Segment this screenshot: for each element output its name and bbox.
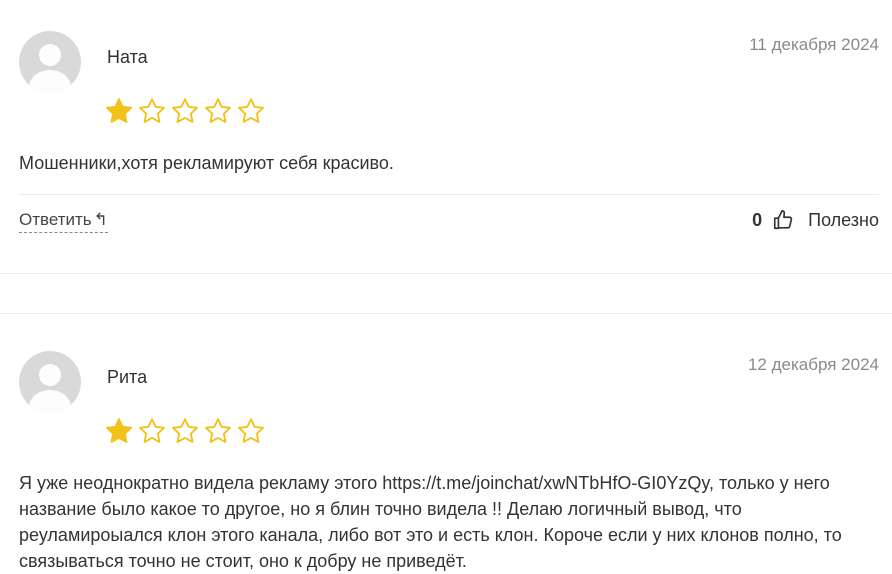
avatar bbox=[19, 31, 81, 93]
reply-arrow-icon: ↰ bbox=[93, 210, 108, 229]
review-date: 11 декабря 2024 bbox=[749, 35, 879, 54]
star-outline-icon bbox=[139, 98, 165, 123]
helpful-label[interactable]: Полезно bbox=[808, 210, 879, 231]
review-author: Рита bbox=[107, 367, 148, 387]
reply-label: Ответить bbox=[19, 210, 92, 229]
review-separator bbox=[0, 313, 892, 314]
helpful-count: 0 bbox=[752, 209, 763, 230]
thumbs-up-icon[interactable] bbox=[772, 209, 794, 231]
helpful-widget: 0 Полезно bbox=[752, 209, 879, 231]
star-outline-icon bbox=[139, 418, 165, 443]
review-text: Я уже неоднократно видела рекламу этого … bbox=[19, 473, 842, 571]
star-outline-icon bbox=[238, 418, 264, 443]
review-author: Ната bbox=[107, 47, 148, 67]
review-separator bbox=[0, 273, 892, 274]
star-outline-icon bbox=[205, 98, 231, 123]
review-date: 12 декабря 2024 bbox=[747, 355, 879, 374]
rating-stars bbox=[105, 97, 265, 125]
star-filled-icon bbox=[106, 418, 132, 443]
rating-stars bbox=[105, 417, 265, 445]
star-outline-icon bbox=[172, 418, 198, 443]
star-filled-icon bbox=[106, 98, 132, 123]
divider bbox=[19, 194, 879, 195]
user-silhouette-icon bbox=[29, 364, 71, 413]
star-outline-icon bbox=[172, 98, 198, 123]
reply-link[interactable]: Ответить ↰ bbox=[19, 210, 108, 233]
star-outline-icon bbox=[238, 98, 264, 123]
review-text: Мошенники,хотя рекламируют себя красиво. bbox=[19, 153, 394, 173]
star-outline-icon bbox=[205, 418, 231, 443]
avatar bbox=[19, 351, 81, 413]
user-silhouette-icon bbox=[29, 44, 71, 93]
